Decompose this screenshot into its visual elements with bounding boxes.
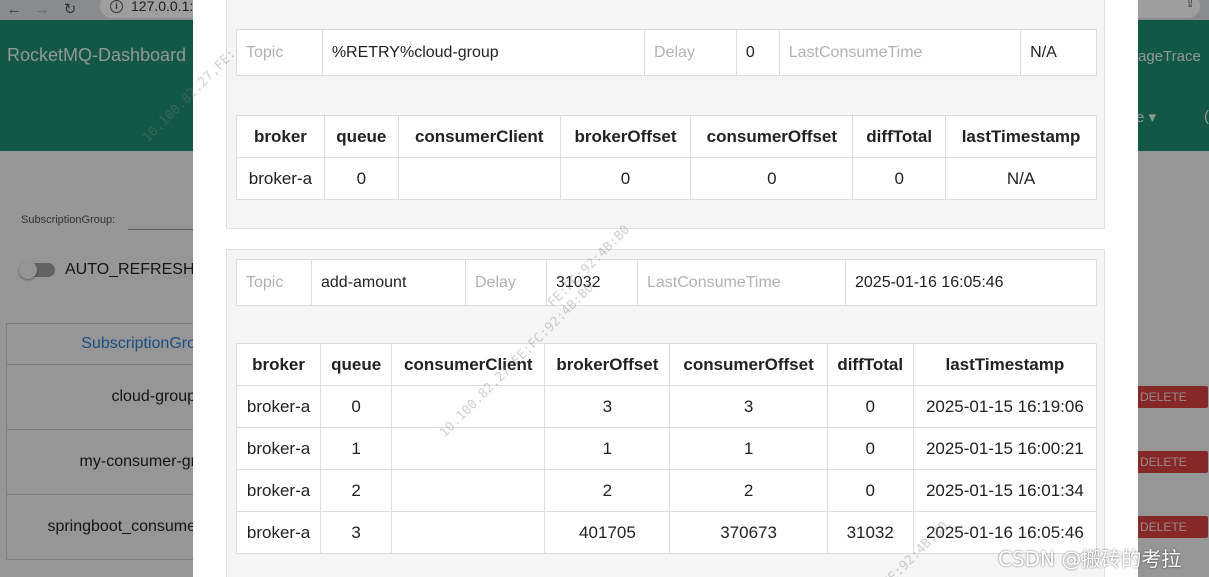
table-header-row: broker queue consumerClient brokerOffset… (235, 343, 1098, 386)
cell-diff-total: 0 (852, 157, 947, 200)
topic-label: Topic (237, 260, 312, 305)
cell-consumer-client (391, 469, 546, 512)
cell-consumer-offset: 3 (669, 385, 828, 428)
cell-consumer-offset: 0 (690, 157, 854, 200)
cell-consumer-client (391, 511, 546, 554)
col-diff-total: diffTotal (826, 343, 914, 386)
col-consumer-offset: consumerOffset (669, 343, 828, 386)
cell-last-timestamp: 2025-01-15 16:01:34 (912, 469, 1098, 512)
consumer-progress-modal: Topic %RETRY%cloud-group Delay 0 LastCon… (193, 0, 1138, 577)
cell-queue: 3 (320, 511, 393, 554)
queue-table: broker queue consumerClient brokerOffset… (236, 115, 1097, 200)
cell-broker: broker-a (235, 511, 322, 554)
cell-consumer-client (391, 427, 546, 470)
topic-info-row: Topic %RETRY%cloud-group Delay 0 LastCon… (236, 29, 1097, 76)
table-row: broker-a 1 1 1 0 2025-01-15 16:00:21 (235, 427, 1098, 470)
cell-broker-offset: 2 (544, 469, 671, 512)
cell-consumer-client (391, 385, 546, 428)
cell-consumer-offset: 1 (669, 427, 828, 470)
cell-broker-offset: 401705 (544, 511, 671, 554)
table-row: broker-a 0 0 0 0 N/A (236, 157, 1097, 200)
delay-value: 31032 (547, 260, 638, 305)
cell-diff-total: 0 (826, 469, 914, 512)
cell-broker-offset: 1 (544, 427, 671, 470)
topic-panel: Topic %RETRY%cloud-group Delay 0 LastCon… (226, 0, 1105, 229)
last-consume-time-value: 2025-01-16 16:05:46 (855, 273, 1004, 291)
col-broker: broker (235, 343, 322, 386)
col-broker: broker (236, 115, 325, 158)
topic-info-row: Topic add-amount Delay 31032 LastConsume… (236, 259, 1097, 306)
col-queue: queue (320, 343, 393, 386)
cell-last-timestamp: 2025-01-15 16:00:21 (912, 427, 1098, 470)
cell-consumer-client (397, 157, 561, 200)
col-last-timestamp: lastTimestamp (945, 115, 1097, 158)
cell-broker: broker-a (235, 469, 322, 512)
table-header-row: broker queue consumerClient brokerOffset… (236, 115, 1097, 158)
cell-broker-offset: 0 (559, 157, 692, 200)
topic-value: add-amount (312, 260, 466, 305)
col-last-timestamp: lastTimestamp (912, 343, 1098, 386)
table-row: broker-a 3 401705 370673 31032 2025-01-1… (235, 511, 1098, 554)
col-consumer-offset: consumerOffset (690, 115, 854, 158)
cell-broker-offset: 3 (544, 385, 671, 428)
col-consumer-client: consumerClient (397, 115, 561, 158)
table-row: broker-a 0 3 3 0 2025-01-15 16:19:06 (235, 385, 1098, 428)
cell-queue: 1 (320, 427, 393, 470)
csdn-watermark: CSDN @搬砖的考拉 (998, 547, 1182, 571)
queue-table: broker queue consumerClient brokerOffset… (235, 343, 1098, 554)
cell-last-timestamp: N/A (945, 157, 1097, 200)
cell-diff-total: 0 (826, 385, 914, 428)
last-consume-time-label: LastConsumeTime (780, 30, 1022, 75)
cell-consumer-offset: 370673 (669, 511, 828, 554)
col-broker-offset: brokerOffset (544, 343, 671, 386)
delay-label: Delay (645, 30, 737, 75)
last-consume-time-value: N/A (1030, 43, 1057, 61)
col-diff-total: diffTotal (852, 115, 947, 158)
cell-broker: broker-a (235, 427, 322, 470)
col-queue: queue (323, 115, 399, 158)
table-row: broker-a 2 2 2 0 2025-01-15 16:01:34 (235, 469, 1098, 512)
cell-queue: 0 (323, 157, 399, 200)
cell-queue: 2 (320, 469, 393, 512)
topic-value: %RETRY%cloud-group (323, 30, 646, 75)
col-broker-offset: brokerOffset (559, 115, 692, 158)
cell-diff-total: 31032 (826, 511, 914, 554)
topic-label: Topic (237, 30, 323, 75)
cell-last-timestamp: 2025-01-15 16:19:06 (912, 385, 1098, 428)
cell-consumer-offset: 2 (669, 469, 828, 512)
cell-queue: 0 (320, 385, 393, 428)
col-consumer-client: consumerClient (391, 343, 546, 386)
delay-label: Delay (466, 260, 547, 305)
delay-value: 0 (737, 30, 780, 75)
cell-broker: broker-a (235, 385, 322, 428)
cell-broker: broker-a (236, 157, 325, 200)
topic-panel: Topic add-amount Delay 31032 LastConsume… (226, 249, 1105, 577)
cell-diff-total: 0 (826, 427, 914, 470)
last-consume-time-label: LastConsumeTime (638, 260, 846, 305)
